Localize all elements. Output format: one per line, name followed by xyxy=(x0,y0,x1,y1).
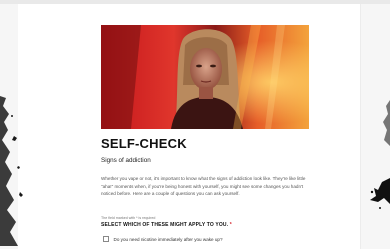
page-title: SELF-CHECK xyxy=(101,136,187,151)
hero-image xyxy=(101,25,309,129)
intro-paragraph: Whether you vape or not, it's important … xyxy=(101,176,306,197)
option-row[interactable]: Do you need nicotine immediately after y… xyxy=(103,235,223,243)
required-asterisk: * xyxy=(229,222,232,228)
grunge-decoration-right xyxy=(370,100,390,209)
question-label: SELECT WHICH OF THESE MIGHT APPLY TO YOU… xyxy=(101,222,232,228)
grunge-decoration-left xyxy=(0,96,23,246)
required-field-note: The field marked with * is required xyxy=(101,216,156,220)
page-subtitle: Signs of addiction xyxy=(101,157,151,164)
page: SELF-CHECK Signs of addiction Whether yo… xyxy=(0,0,390,249)
question-text: SELECT WHICH OF THESE MIGHT APPLY TO YOU… xyxy=(101,222,229,228)
option-checkbox[interactable] xyxy=(103,236,109,242)
hero-portrait-illustration xyxy=(101,25,309,129)
option-label[interactable]: Do you need nicotine immediately after y… xyxy=(114,237,223,242)
